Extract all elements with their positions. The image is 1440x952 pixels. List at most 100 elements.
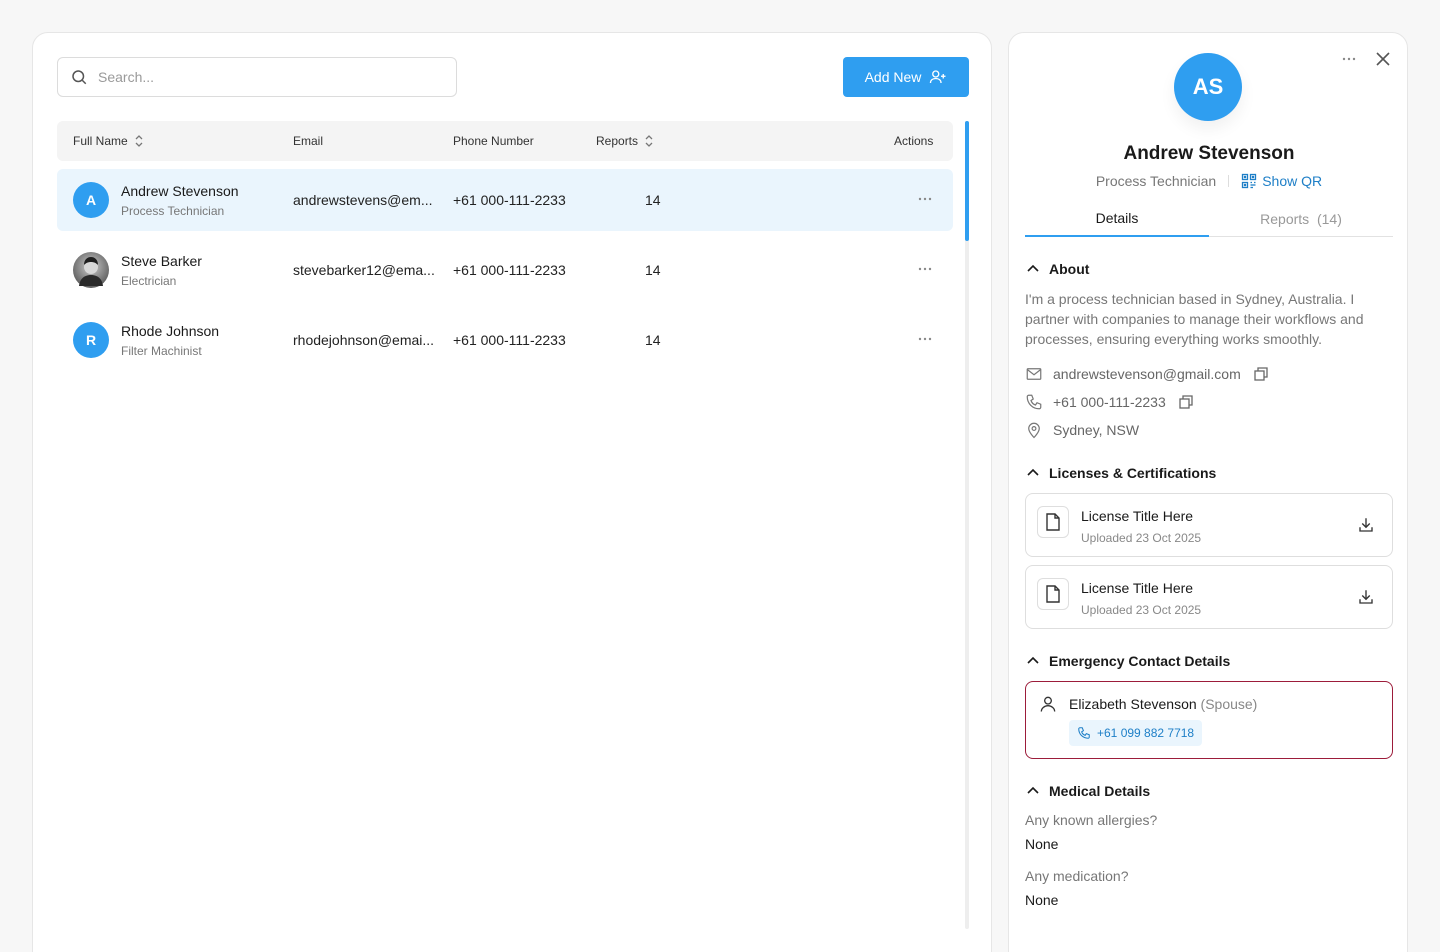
row-email: andrewstevens@em... <box>293 192 433 208</box>
profile-role: Process Technician <box>1095 173 1217 189</box>
copy-icon[interactable] <box>1253 366 1269 382</box>
section-title: About <box>1049 261 1090 277</box>
show-qr-link[interactable]: Show QR <box>1241 173 1322 189</box>
row-name: Rhode Johnson <box>121 323 220 339</box>
license-card: License Title Here Uploaded 23 Oct 2025 <box>1025 565 1393 629</box>
column-header-full-name[interactable]: Full Name <box>73 121 144 161</box>
row-name: Andrew Stevenson <box>121 183 239 199</box>
chevron-up-icon <box>1025 261 1041 277</box>
add-user-icon <box>929 68 947 86</box>
add-new-button[interactable]: Add New <box>843 57 969 97</box>
file-icon <box>1037 506 1069 538</box>
row-phone: +61 000-111-2233 <box>453 332 566 348</box>
row-role: Electrician <box>121 274 177 288</box>
column-label: Reports <box>596 134 639 148</box>
licenses-section-toggle[interactable]: Licenses & Certifications <box>1025 465 1216 481</box>
scrollbar[interactable] <box>965 121 969 929</box>
emergency-contact-card: Elizabeth Stevenson (Spouse) +61 099 882… <box>1025 681 1393 759</box>
about-section-toggle[interactable]: About <box>1025 261 1089 277</box>
medical-question-medication: Any medication? <box>1025 868 1129 884</box>
about-text: I'm a process technician based in Sydney… <box>1025 291 1364 347</box>
table-row[interactable]: R Rhode Johnson Filter Machinist rhodejo… <box>57 309 953 371</box>
sort-icon[interactable] <box>134 133 144 149</box>
medical-section-toggle[interactable]: Medical Details <box>1025 783 1150 799</box>
more-icon[interactable] <box>917 329 933 349</box>
copy-icon[interactable] <box>1178 394 1194 410</box>
license-date: Uploaded 23 Oct 2025 <box>1081 531 1202 545</box>
tab-count: (14) <box>1316 211 1342 227</box>
mail-icon <box>1025 365 1043 383</box>
column-header-email: Email <box>293 121 323 161</box>
more-icon[interactable] <box>917 189 933 209</box>
column-header-reports[interactable]: Reports <box>596 121 654 161</box>
row-email: rhodejohnson@emai... <box>293 332 435 348</box>
contact-email-value: andrewstevenson@gmail.com <box>1053 366 1241 382</box>
emergency-section-toggle[interactable]: Emergency Contact Details <box>1025 653 1230 669</box>
column-label: Email <box>293 134 324 148</box>
table-row[interactable]: Steve Barker Electrician stevebarker12@e… <box>57 239 953 301</box>
row-reports: 14 <box>645 332 661 348</box>
add-new-label: Add New <box>864 69 922 85</box>
section-title: Medical Details <box>1049 783 1151 799</box>
emergency-contact-name: Elizabeth Stevenson (Spouse) <box>1069 696 1257 712</box>
show-qr-label: Show QR <box>1262 173 1323 189</box>
row-role: Process Technician <box>121 204 225 218</box>
user-list-panel: Add New Full Name Email Phone Number Rep… <box>32 32 992 952</box>
row-reports: 14 <box>645 192 661 208</box>
chevron-up-icon <box>1025 653 1041 669</box>
license-title: License Title Here <box>1081 508 1194 524</box>
divider <box>1228 175 1230 187</box>
column-label: Phone Number <box>453 134 534 148</box>
tab-label: Reports <box>1260 211 1310 227</box>
more-options-icon[interactable] <box>1341 49 1357 69</box>
license-title: License Title Here <box>1081 580 1194 596</box>
location-pin-icon <box>1025 421 1043 439</box>
emergency-phone-chip[interactable]: +61 099 882 7718 <box>1069 720 1203 746</box>
chevron-up-icon <box>1025 783 1041 799</box>
contact-email: andrewstevenson@gmail.com <box>1025 365 1269 383</box>
contact-phone-value: +61 000-111-2233 <box>1053 394 1166 410</box>
sort-icon[interactable] <box>644 133 654 149</box>
profile-name: Andrew Stevenson <box>1123 143 1295 164</box>
close-icon[interactable] <box>1373 49 1393 69</box>
column-label: Actions <box>894 134 934 148</box>
section-title: Licenses & Certifications <box>1049 465 1217 481</box>
row-name: Steve Barker <box>121 253 202 269</box>
contact-location: Sydney, NSW <box>1025 421 1139 439</box>
detail-tabs: Details Reports (14) <box>1025 201 1393 237</box>
user-detail-panel: AS Andrew Stevenson Process Technician S… <box>1008 32 1408 952</box>
more-icon[interactable] <box>917 259 933 279</box>
avatar: R <box>73 322 109 358</box>
license-date: Uploaded 23 Oct 2025 <box>1081 603 1202 617</box>
medical-question-allergies: Any known allergies? <box>1025 812 1158 828</box>
profile-avatar: AS <box>1174 53 1242 121</box>
section-title: Emergency Contact Details <box>1049 653 1231 669</box>
tab-details[interactable]: Details <box>1025 201 1209 237</box>
avatar <box>73 252 109 288</box>
column-header-actions: Actions <box>894 121 933 161</box>
tab-label: Details <box>1095 210 1139 226</box>
file-icon <box>1037 578 1069 610</box>
row-email: stevebarker12@ema... <box>293 262 435 278</box>
chevron-up-icon <box>1025 465 1041 481</box>
row-reports: 14 <box>645 262 661 278</box>
avatar: A <box>73 182 109 218</box>
row-phone: +61 000-111-2233 <box>453 262 566 278</box>
row-role: Filter Machinist <box>121 344 202 358</box>
download-icon[interactable] <box>1357 516 1375 534</box>
search-box[interactable] <box>57 57 457 97</box>
contact-location-value: Sydney, NSW <box>1053 422 1140 438</box>
column-header-phone: Phone Number <box>453 121 534 161</box>
qr-code-icon <box>1241 173 1257 189</box>
medical-answer-medication: None <box>1025 892 1059 908</box>
phone-icon <box>1077 726 1091 740</box>
table-row[interactable]: A Andrew Stevenson Process Technician an… <box>57 169 953 231</box>
download-icon[interactable] <box>1357 588 1375 606</box>
profile-subtitle: Process Technician Show QR <box>1009 173 1409 189</box>
scrollbar-thumb[interactable] <box>965 121 969 241</box>
phone-icon <box>1025 393 1043 411</box>
tab-reports[interactable]: Reports (14) <box>1209 201 1393 237</box>
contact-phone: +61 000-111-2233 <box>1025 393 1194 411</box>
row-phone: +61 000-111-2233 <box>453 192 566 208</box>
search-input[interactable] <box>98 69 428 85</box>
